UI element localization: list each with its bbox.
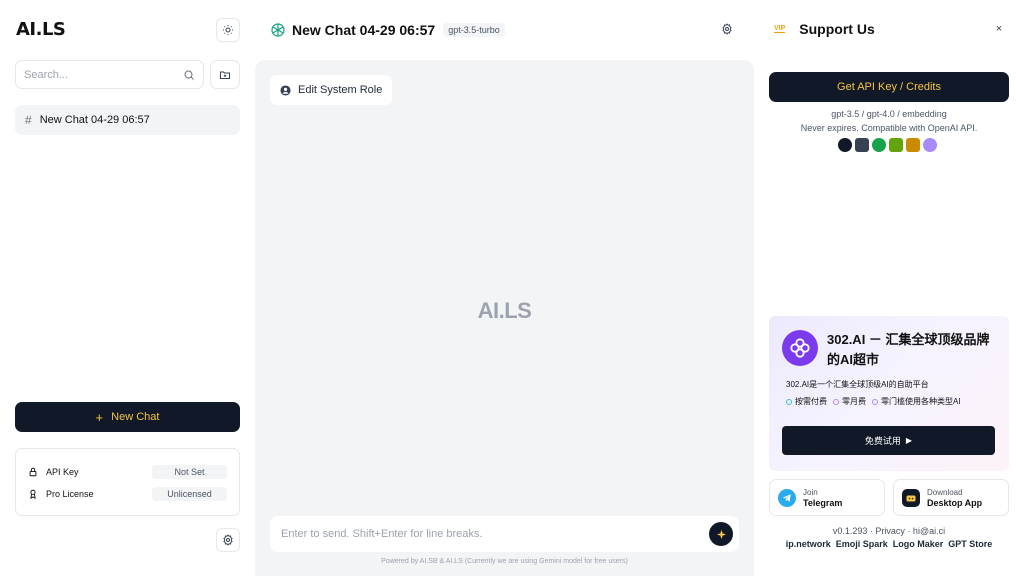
award-icon xyxy=(28,489,40,499)
partner-app-icon[interactable] xyxy=(872,138,886,152)
footer-link-ip-network[interactable]: ip.network xyxy=(786,539,831,549)
close-icon: × xyxy=(995,23,1003,35)
new-chat-button[interactable]: + New Chat xyxy=(15,402,240,432)
partner-icons xyxy=(838,138,937,152)
edit-system-role-label: Edit System Role xyxy=(298,84,383,96)
free-trial-button[interactable]: 免费试用 ▶ xyxy=(782,426,995,455)
watermark-logo: AI.LS xyxy=(477,298,532,323)
message-input[interactable] xyxy=(281,528,739,540)
vip-badge: VIP xyxy=(774,25,786,33)
gear-icon xyxy=(223,534,233,546)
circle-icon xyxy=(833,398,839,405)
plus-icon: + xyxy=(95,409,104,425)
pro-license-label: Pro License xyxy=(46,489,94,499)
desktop-line1: Download xyxy=(927,487,963,497)
telegram-line2: Telegram xyxy=(803,497,843,508)
desktop-line2: Desktop App xyxy=(927,497,983,508)
powered-by-text: Powered by AI.SB & AI.LS (Currently we a… xyxy=(381,558,628,565)
promo-title: 302.AI － 汇集全球顶级品牌的AI超市 xyxy=(827,332,990,367)
folder-plus-icon xyxy=(220,71,230,79)
telegram-line1: Join xyxy=(803,487,818,497)
message-input-bar xyxy=(270,516,739,552)
pro-license-status: Unlicensed xyxy=(152,487,227,501)
support-title: Support Us xyxy=(799,21,875,37)
promo-tag: 按需付费 xyxy=(786,396,827,407)
support-panel-header: VIP Support Us xyxy=(774,21,875,37)
footer-link-emoji-spark[interactable]: Emoji Spark xyxy=(836,539,888,549)
chat-area: Edit System Role AI.LS Powered by AI.SB … xyxy=(255,60,754,576)
new-folder-button[interactable] xyxy=(210,60,240,89)
footer-links: ip.network Emoji Spark Logo Maker GPT St… xyxy=(769,539,1009,549)
gear-icon xyxy=(722,23,732,35)
partner-app-icon[interactable] xyxy=(923,138,937,152)
telegram-icon xyxy=(778,488,796,507)
api-key-status: Not Set xyxy=(152,465,227,479)
footer-link-logo-maker[interactable]: Logo Maker xyxy=(893,539,944,549)
chat-list-item-label: New Chat 04-29 06:57 xyxy=(39,114,150,126)
app-logo[interactable]: AI.LS xyxy=(16,19,66,40)
user-circle-icon xyxy=(280,84,291,96)
search-box xyxy=(15,60,204,89)
pro-license-row[interactable]: Pro License Unlicensed xyxy=(28,483,227,505)
theme-toggle-button[interactable] xyxy=(216,18,240,42)
promo-tag: 零月费 xyxy=(833,396,866,407)
promo-tag: 零门槛使用各种类型AI xyxy=(872,396,961,407)
api-key-row[interactable]: API Key Not Set xyxy=(28,461,227,483)
close-panel-button[interactable]: × xyxy=(990,20,1008,38)
lock-icon xyxy=(28,467,40,477)
promo-description: 302.AI是一个汇集全球顶级AI的自助平台 xyxy=(786,380,929,389)
partner-app-icon[interactable] xyxy=(889,138,903,152)
play-icon: ▶ xyxy=(905,436,913,445)
robot-icon xyxy=(902,488,920,507)
support-panel: VIP Support Us × Get API Key / Credits g… xyxy=(754,0,1024,576)
footer-link-gpt-store[interactable]: GPT Store xyxy=(948,539,992,549)
sparkle-icon xyxy=(716,529,726,539)
chat-settings-button[interactable] xyxy=(718,20,736,38)
free-trial-label: 免费试用 xyxy=(864,436,901,446)
search-input[interactable] xyxy=(24,68,183,81)
get-api-key-button[interactable]: Get API Key / Credits xyxy=(769,72,1009,102)
api-compat-text: Never expires. Compatible with OpenAI AP… xyxy=(800,123,978,133)
circle-icon xyxy=(872,398,878,405)
promo-banner[interactable]: 302.AI － 汇集全球顶级品牌的AI超市 302.AI是一个汇集全球顶级AI… xyxy=(769,316,1009,471)
download-desktop-link[interactable]: Download Desktop App xyxy=(893,479,1009,516)
api-key-label: API Key xyxy=(46,467,79,477)
hash-icon: # xyxy=(25,113,32,127)
partner-app-icon[interactable] xyxy=(855,138,869,152)
model-badge[interactable]: gpt-3.5-turbo xyxy=(443,23,505,37)
sidebar: AI.LS # New Chat 04-29 06:57 + New Chat … xyxy=(0,0,255,576)
chat-title[interactable]: New Chat 04-29 06:57 xyxy=(292,22,435,38)
edit-system-role-button[interactable]: Edit System Role xyxy=(270,75,393,105)
partner-app-icon[interactable] xyxy=(838,138,852,152)
302ai-logo-icon xyxy=(782,330,818,366)
new-chat-label: New Chat xyxy=(111,411,160,423)
sidebar-settings-button[interactable] xyxy=(216,528,240,552)
openai-icon xyxy=(270,22,286,38)
send-button[interactable] xyxy=(709,522,733,546)
api-models-text: gpt-3.5 / gpt-4.0 / embedding xyxy=(831,109,947,119)
version-privacy-email[interactable]: v0.1.293 · Privacy · hi@ai.ci xyxy=(769,526,1009,536)
promo-tags: 按需付费 零月费 零门槛使用各种类型AI xyxy=(786,396,961,407)
account-info-card: API Key Not Set Pro License Unlicensed xyxy=(15,448,240,516)
partner-app-icon[interactable] xyxy=(906,138,920,152)
chat-list-item[interactable]: # New Chat 04-29 06:57 xyxy=(15,105,240,135)
circle-icon xyxy=(786,398,792,405)
search-icon[interactable] xyxy=(183,69,195,81)
chat-header: New Chat 04-29 06:57 gpt-3.5-turbo xyxy=(255,0,754,60)
join-telegram-link[interactable]: Join Telegram xyxy=(769,479,885,516)
sun-icon xyxy=(223,25,233,35)
